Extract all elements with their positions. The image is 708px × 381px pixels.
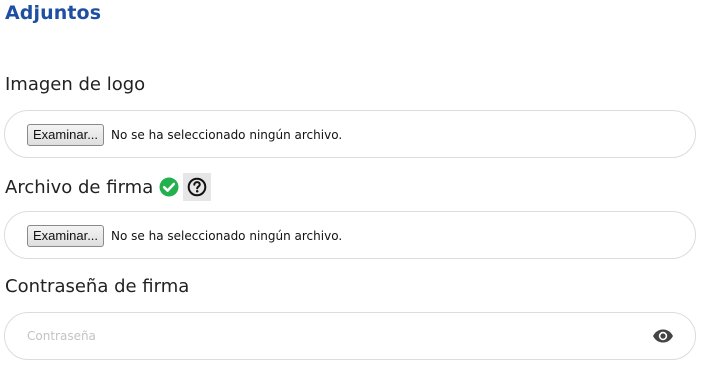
question-circle-icon	[187, 177, 207, 197]
logo-file-field: Examinar... No se ha seleccionado ningún…	[4, 110, 696, 158]
signature-password-label: Contraseña de firma	[5, 276, 189, 297]
signature-password-field	[4, 312, 696, 360]
password-input[interactable]	[27, 326, 627, 346]
show-password-button[interactable]	[651, 325, 675, 347]
signature-browse-button[interactable]: Examinar...	[27, 225, 105, 247]
logo-file-status: No se ha seleccionado ningún archivo.	[111, 128, 343, 142]
help-button[interactable]	[183, 173, 212, 201]
section-title: Adjuntos	[5, 2, 102, 24]
logo-file-row: Examinar... No se ha seleccionado ningún…	[27, 124, 342, 146]
check-circle-icon	[159, 177, 179, 197]
attachments-form: Adjuntos Imagen de logo Examinar... No s…	[0, 0, 708, 381]
logo-browse-button[interactable]: Examinar...	[27, 124, 105, 146]
eye-icon	[652, 329, 674, 343]
signature-file-label-text: Archivo de firma	[5, 176, 154, 198]
signature-file-status: No se ha seleccionado ningún archivo.	[111, 229, 343, 243]
signature-file-row: Examinar... No se ha seleccionado ningún…	[27, 225, 342, 247]
logo-label: Imagen de logo	[5, 74, 145, 95]
signature-password-label-text: Contraseña de firma	[5, 276, 190, 297]
signature-file-field: Examinar... No se ha seleccionado ningún…	[4, 211, 696, 259]
signature-file-label: Archivo de firma	[5, 173, 212, 201]
logo-label-text: Imagen de logo	[5, 74, 146, 95]
